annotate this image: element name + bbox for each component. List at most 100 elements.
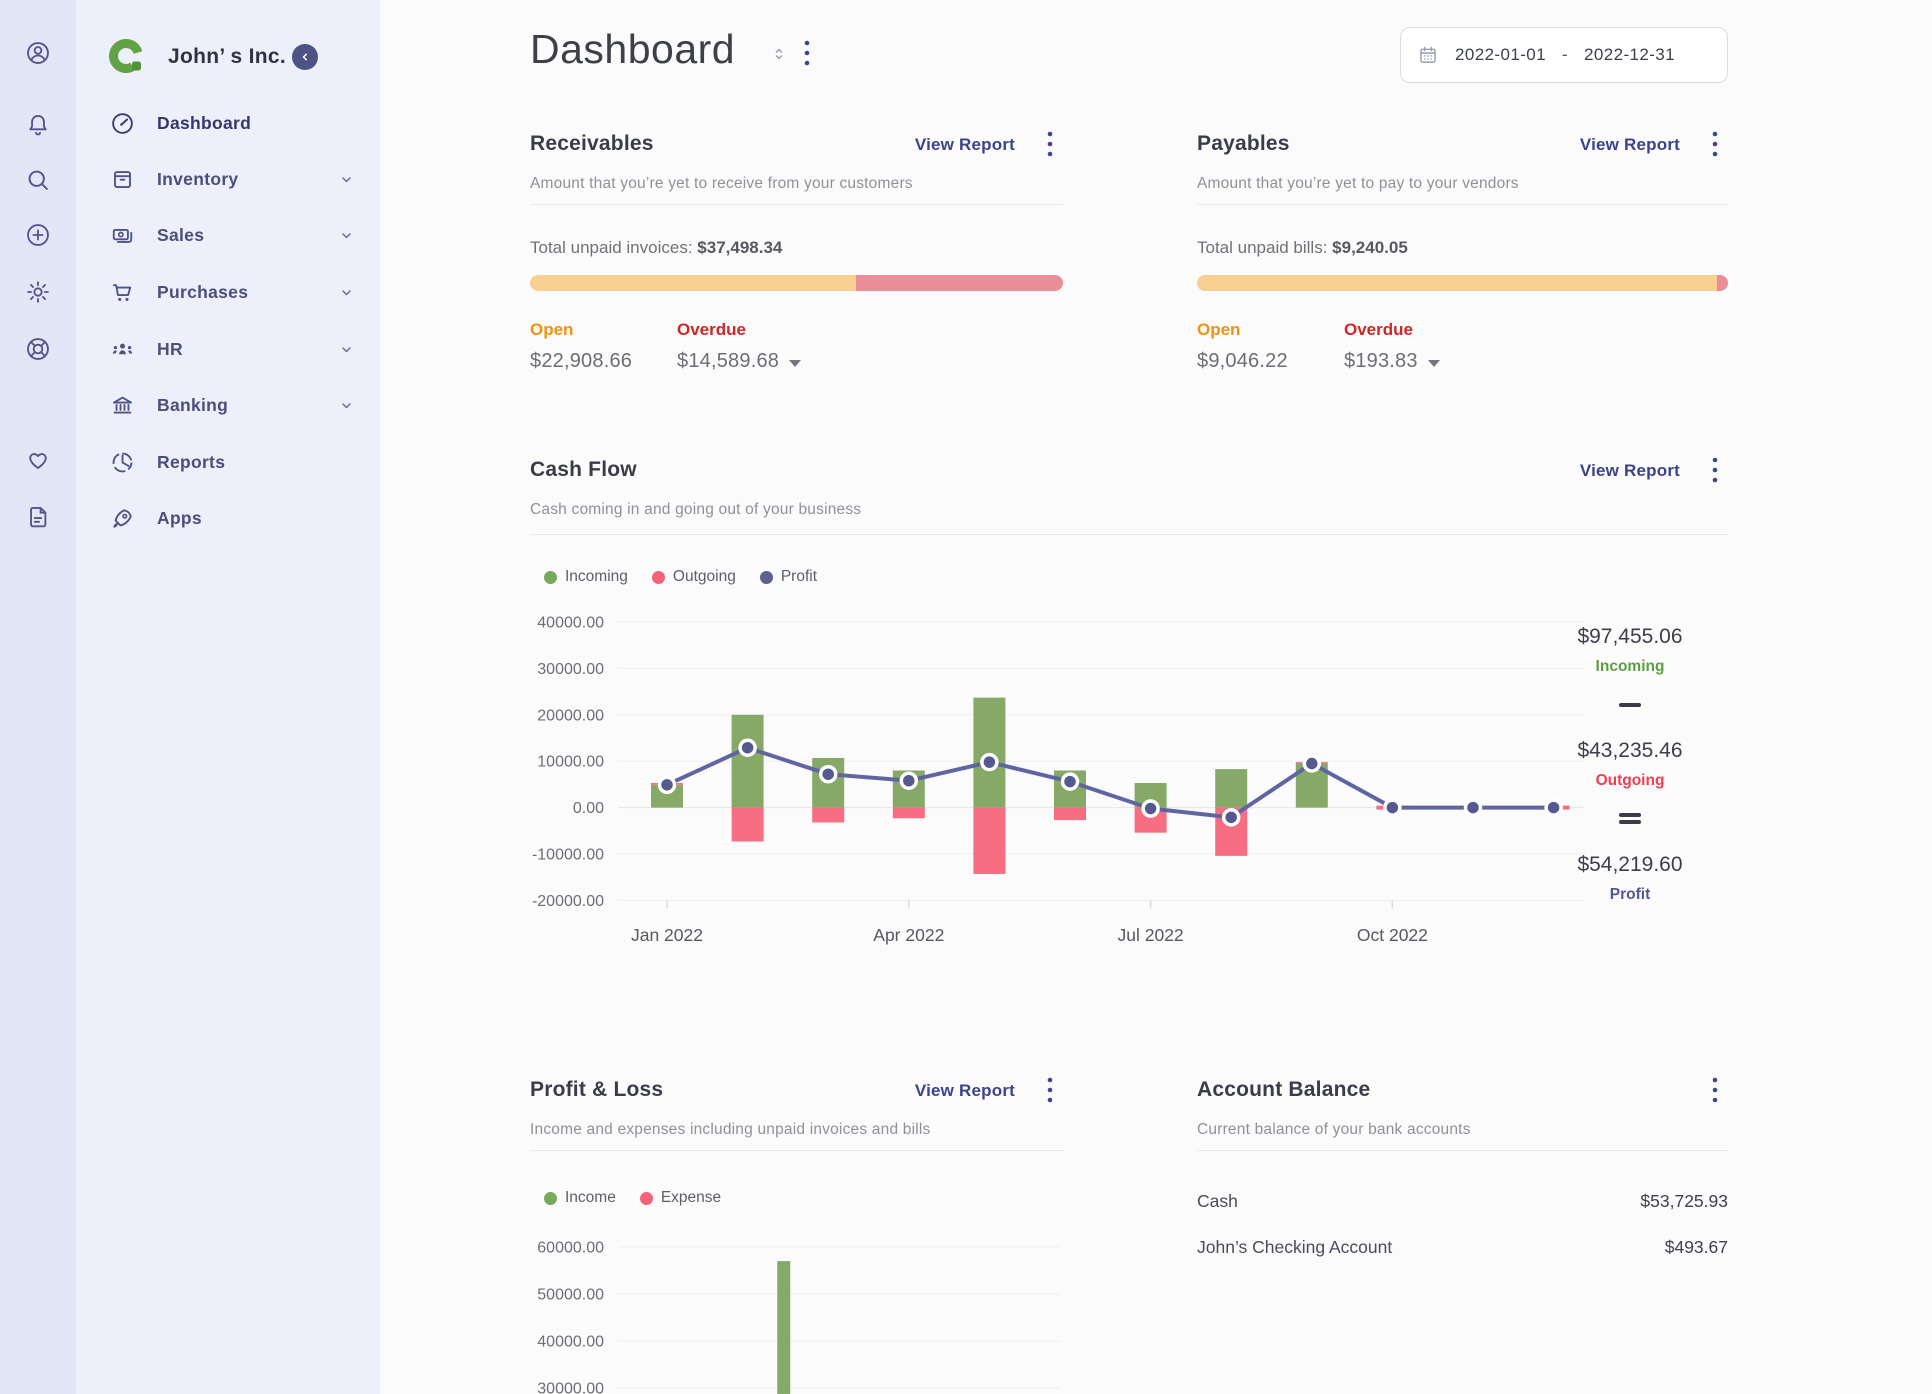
chevron-down-icon[interactable] [338,397,355,414]
dashboard-switcher-icon[interactable] [770,42,788,66]
svg-text:-10000.00: -10000.00 [532,847,604,864]
gear-icon[interactable] [25,279,51,305]
bell-icon[interactable] [25,112,51,138]
pnl-chart: 60000.00 50000.00 40000.00 30000.00 [537,1240,1060,1394]
receivables-view-report-link[interactable]: View Report [915,135,1015,155]
svg-text:40000.00: 40000.00 [537,615,604,632]
page-title: Dashboard [530,26,736,72]
sidebar-item-label: Apps [157,507,202,528]
hr-icon [110,337,135,362]
chevron-down-icon[interactable] [338,227,355,244]
sidebar-item-sales[interactable]: Sales [76,214,380,256]
divider [1197,1150,1728,1151]
sales-icon [110,223,135,248]
heart-icon[interactable] [25,447,51,473]
receivables-kebab-icon[interactable] [1045,129,1055,159]
cashflow-chart: 40000.00 30000.00 20000.00 10000.00 0.00 -100… [532,615,1585,945]
svg-text:30000.00: 30000.00 [537,1381,604,1394]
sidebar-item-label: Banking [157,394,229,415]
company-switcher[interactable]: John’ s Inc. [106,34,318,80]
chevron-down-icon[interactable] [338,284,355,301]
receivables-open-value: $22,908.66 [530,350,633,372]
outgoing-total-label: Outgoing [1595,772,1665,789]
payables-subtitle: Amount that you’re yet to pay to your ve… [1197,175,1519,192]
receivables-title: Receivables [530,132,654,155]
receivables-overdue-value-wrap: $14,589.68 [677,350,802,373]
sidebar-item-label: Inventory [157,168,239,189]
sidebar-item-label: Purchases [157,281,249,302]
account-row: Cash $53,725.93 [1197,1178,1728,1224]
user-icon[interactable] [25,40,51,66]
svg-text:10000.00: 10000.00 [537,754,604,771]
sidebar-item-purchases[interactable]: Purchases [76,271,380,313]
account-balance-title: Account Balance [1197,1078,1371,1101]
divider [530,534,1728,535]
progress-overdue-segment [1716,275,1728,291]
account-name: Cash [1197,1190,1238,1211]
sidebar-item-label: Dashboard [157,112,252,133]
payables-overdue-label: Overdue [1344,320,1413,339]
svg-text:Oct 2022: Oct 2022 [1357,925,1428,945]
help-icon[interactable] [25,336,51,362]
dashboard-icon [110,111,135,136]
account-balance-subtitle: Current balance of your bank accounts [1197,1121,1471,1138]
date-range-picker[interactable]: 2022-01-01 - 2022-12-31 [1400,27,1728,83]
profit-total: $54,219.60 [1577,853,1683,876]
date-end: 2022-12-31 [1584,45,1675,64]
payables-open-label: Open [1197,320,1241,339]
pnl-kebab-icon[interactable] [1045,1075,1055,1105]
account-value: $53,725.93 [1640,1190,1728,1211]
sidebar-item-label: HR [157,338,183,359]
payables-total: Total unpaid bills: $9,240.05 [1197,238,1408,257]
svg-text:50000.00: 50000.00 [537,1287,604,1304]
incoming-total: $97,455.06 [1577,625,1683,648]
page-title-kebab-icon[interactable] [802,38,812,68]
svg-text:-20000.00: -20000.00 [532,893,604,910]
progress-open-segment [1197,275,1717,291]
search-icon[interactable] [25,167,51,193]
receivables-subtitle: Amount that you’re yet to receive from y… [530,175,913,192]
sidebar-item-dashboard[interactable]: Dashboard [76,102,380,144]
svg-text:Apr 2022: Apr 2022 [873,925,944,945]
cashflow-view-report-link[interactable]: View Report [1580,461,1680,481]
svg-text:40000.00: 40000.00 [537,1334,604,1351]
company-logo-icon [109,39,143,73]
sidebar: John’ s Inc. Dashboard Inventory Sales Purc… [76,0,380,1394]
equals-icon [1619,813,1641,817]
profit-total-label: Profit [1609,886,1651,903]
dashboard-page: John’ s Inc. Dashboard Inventory Sales Purc… [0,0,1932,1394]
sidebar-item-banking[interactable]: Banking [76,384,380,426]
receivables-overdue-value: $14,589.68 [677,350,780,372]
svg-text:20000.00: 20000.00 [537,707,604,724]
sidebar-item-apps[interactable]: Apps [76,497,380,539]
payables-progress-bar [1197,275,1728,291]
payables-kebab-icon[interactable] [1710,129,1720,159]
chevron-down-icon[interactable] [338,171,355,188]
sidebar-item-label: Reports [157,451,226,472]
icon-rail [0,0,76,1394]
document-icon[interactable] [25,504,51,530]
cashflow-subtitle: Cash coming in and going out of your bus… [530,501,862,518]
svg-text:0.00: 0.00 [573,800,604,817]
calendar-icon [1417,44,1439,66]
caret-down-icon[interactable] [789,360,802,367]
chevron-down-icon[interactable] [338,341,355,358]
account-balance-kebab-icon[interactable] [1710,1075,1720,1105]
pnl-view-report-link[interactable]: View Report [915,1081,1015,1101]
svg-text:60000.00: 60000.00 [537,1240,604,1257]
sidebar-item-inventory[interactable]: Inventory [76,158,380,200]
date-separator: - [1561,45,1569,64]
sidebar-item-label: Sales [157,224,205,245]
payables-overdue-value-wrap: $193.83 [1344,350,1440,373]
plus-circle-icon[interactable] [25,222,51,248]
sidebar-collapse-button[interactable] [292,44,318,70]
apps-icon [110,506,135,531]
payables-view-report-link[interactable]: View Report [1580,135,1680,155]
caret-down-icon[interactable] [1427,360,1440,367]
payables-title: Payables [1197,132,1290,155]
date-start: 2022-01-01 [1455,45,1546,64]
sidebar-item-hr[interactable]: HR [76,328,380,370]
cashflow-kebab-icon[interactable] [1710,455,1720,485]
banking-icon [110,393,135,418]
sidebar-item-reports[interactable]: Reports [76,441,380,483]
